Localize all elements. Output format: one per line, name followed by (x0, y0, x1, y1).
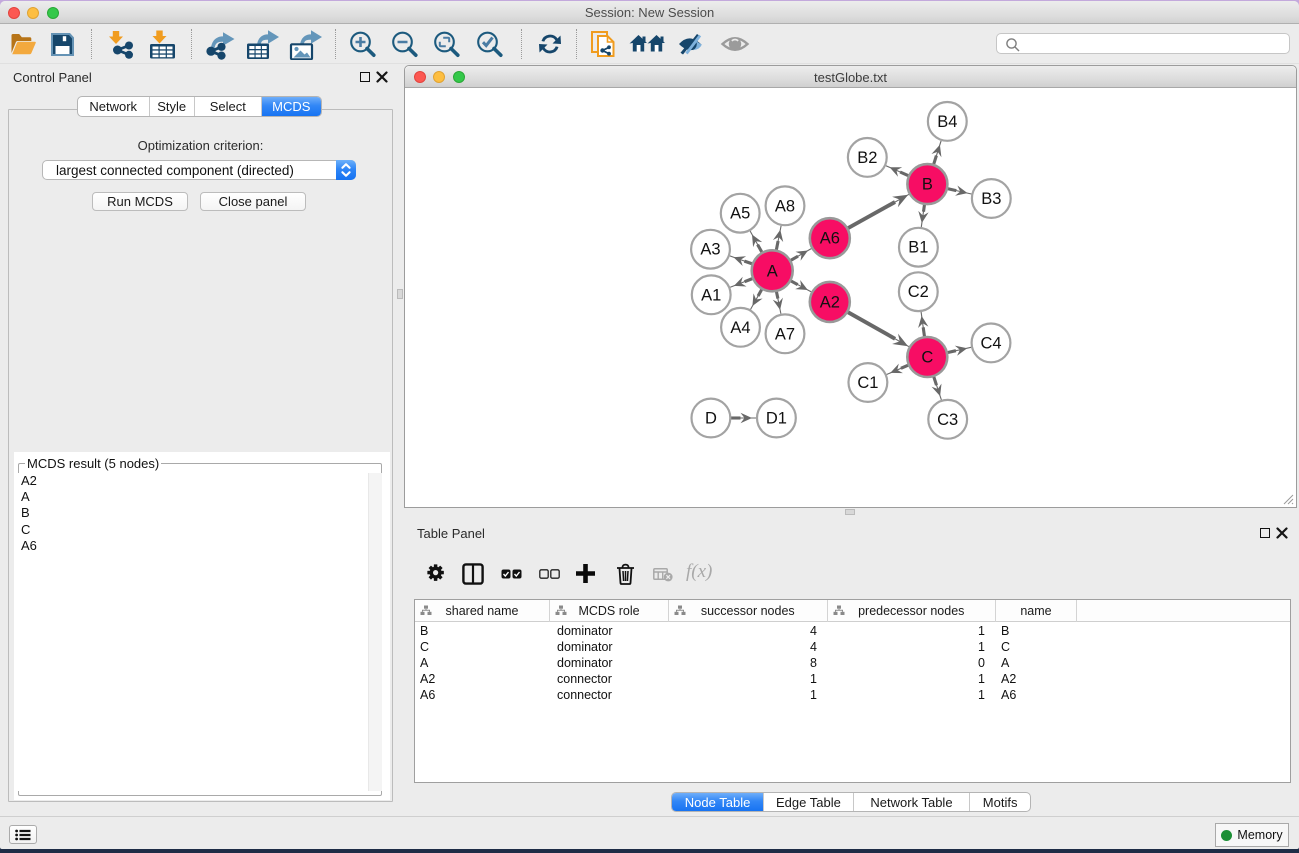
svg-text:D1: D1 (766, 410, 787, 428)
svg-text:A8: A8 (775, 197, 795, 215)
svg-text:A: A (767, 262, 778, 280)
svg-text:C3: C3 (937, 411, 958, 429)
svg-text:A7: A7 (775, 325, 795, 343)
svg-text:A4: A4 (730, 319, 750, 337)
svg-text:D: D (705, 410, 717, 428)
svg-text:C: C (921, 349, 933, 367)
svg-text:B3: B3 (981, 190, 1001, 208)
svg-text:A1: A1 (701, 286, 721, 304)
svg-text:A5: A5 (730, 205, 750, 223)
svg-text:A2: A2 (820, 293, 840, 311)
svg-text:B: B (922, 176, 933, 194)
svg-text:A3: A3 (700, 241, 720, 259)
svg-text:C2: C2 (908, 283, 929, 301)
svg-text:B4: B4 (937, 113, 957, 131)
svg-text:C1: C1 (857, 374, 878, 392)
svg-text:B2: B2 (857, 149, 877, 167)
svg-text:C4: C4 (980, 334, 1001, 352)
svg-text:A6: A6 (820, 230, 840, 248)
svg-text:B1: B1 (908, 239, 928, 257)
